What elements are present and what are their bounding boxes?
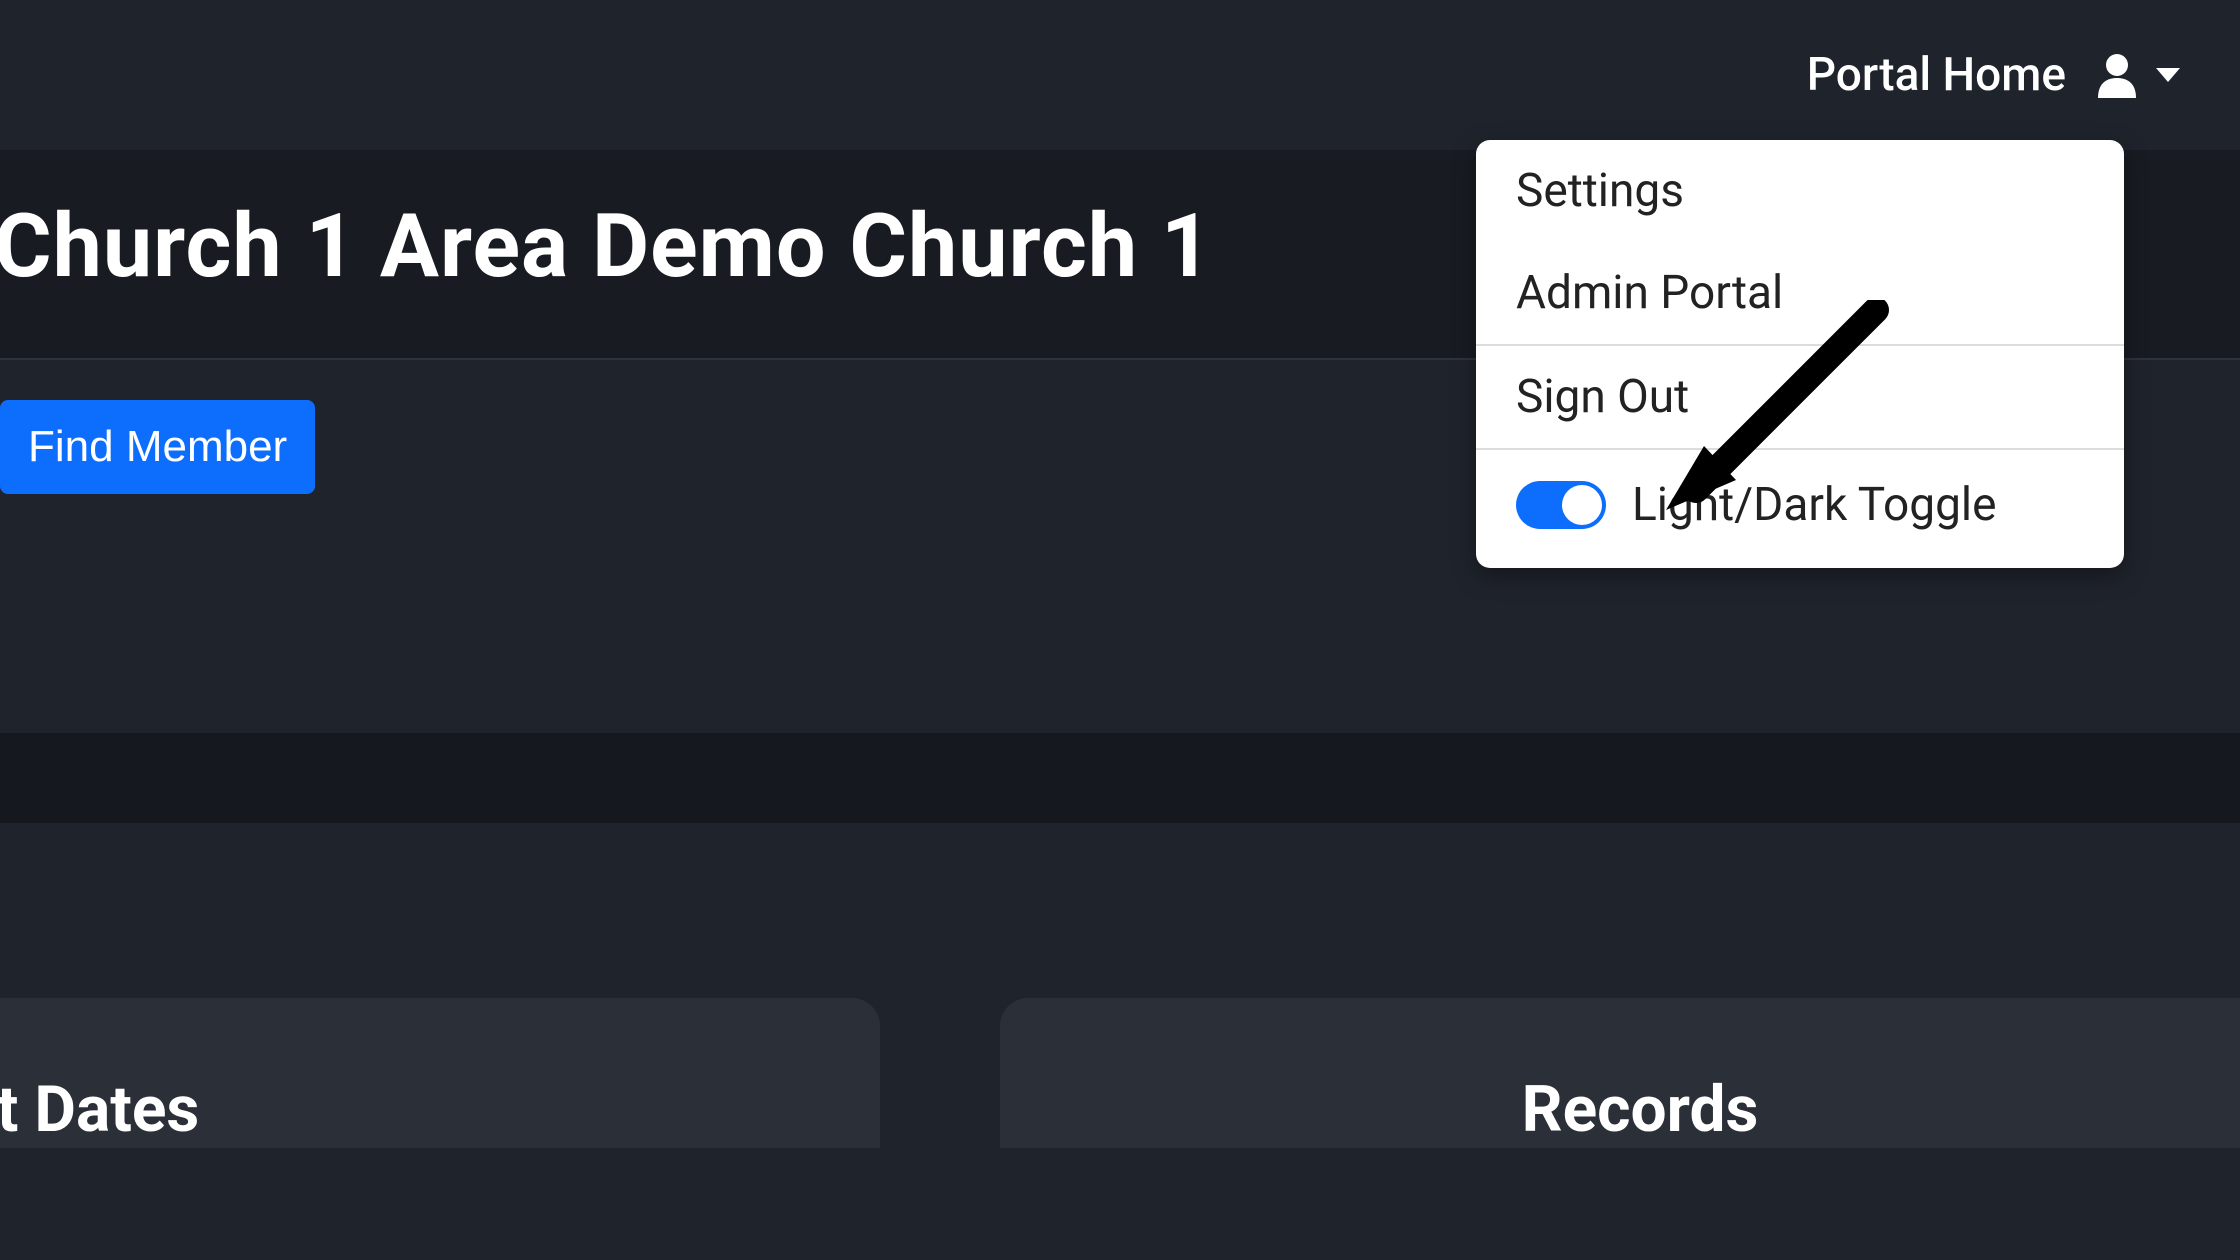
toggle-label: Light/Dark Toggle: [1632, 478, 1996, 532]
portal-home-link[interactable]: Portal Home: [1807, 48, 2066, 102]
dropdown-item-sign-out[interactable]: Sign Out: [1476, 346, 2124, 448]
dropdown-item-admin-portal[interactable]: Admin Portal: [1476, 242, 2124, 344]
find-member-button[interactable]: Find Member: [0, 400, 315, 494]
user-icon: [2096, 52, 2138, 98]
toggle-knob: [1562, 485, 1602, 525]
chevron-down-icon: [2156, 68, 2180, 82]
card-title: rtant Dates: [0, 1072, 199, 1147]
cards-area: rtant Dates Records: [0, 823, 2240, 1148]
card-records[interactable]: Records: [1000, 998, 2240, 1148]
user-dropdown: Settings Admin Portal Sign Out Light/Dar…: [1476, 140, 2124, 568]
dropdown-item-theme-toggle[interactable]: Light/Dark Toggle: [1476, 450, 2124, 568]
light-dark-toggle[interactable]: [1516, 481, 1606, 529]
dropdown-item-settings[interactable]: Settings: [1476, 140, 2124, 242]
section-divider: [0, 733, 2240, 823]
user-menu-trigger[interactable]: [2096, 52, 2180, 98]
card-important-dates[interactable]: rtant Dates: [0, 998, 880, 1148]
top-nav: Portal Home: [0, 0, 2240, 150]
card-title: Records: [1522, 1072, 1759, 1147]
